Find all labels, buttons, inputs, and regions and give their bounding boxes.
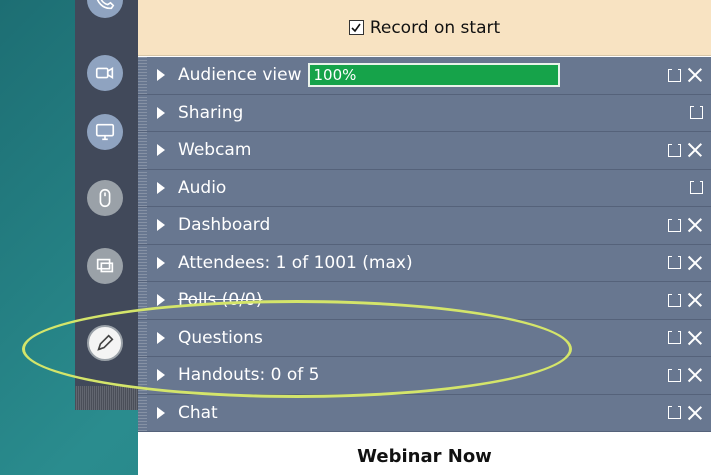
- row-grip[interactable]: [138, 394, 147, 431]
- audience-progress-bar: 100%: [307, 63, 560, 88]
- progress-text: 100%: [313, 66, 357, 85]
- expand-arrow-icon[interactable]: [157, 369, 165, 382]
- close-icon[interactable]: [687, 67, 703, 83]
- panel-list: Audience view 100% Sharing Webcam Audio …: [138, 57, 711, 432]
- pen-icon: [97, 334, 114, 351]
- phone-button[interactable]: [87, 0, 123, 18]
- row-grip[interactable]: [138, 94, 147, 131]
- close-icon[interactable]: [687, 330, 703, 346]
- close-icon[interactable]: [687, 255, 703, 271]
- row-label: Webcam: [178, 140, 252, 161]
- footer-title: Webinar Now: [357, 445, 492, 467]
- popout-icon[interactable]: [668, 66, 681, 82]
- row-label: Audience view: [178, 65, 302, 86]
- control-panel: Record on start Audience view 100% Shari…: [138, 0, 711, 475]
- row-attendees[interactable]: Attendees: 1 of 1001 (max): [138, 244, 711, 282]
- row-grip[interactable]: [138, 169, 147, 206]
- row-grip[interactable]: [138, 282, 147, 319]
- popout-icon[interactable]: [668, 366, 681, 382]
- side-toolbar: [75, 0, 138, 410]
- popout-icon[interactable]: [668, 216, 681, 232]
- close-icon[interactable]: [687, 292, 703, 308]
- expand-arrow-icon[interactable]: [157, 294, 165, 307]
- webcam-icon: [95, 66, 114, 80]
- row-grip[interactable]: [138, 244, 147, 281]
- screen-share-button[interactable]: [87, 114, 123, 150]
- close-icon[interactable]: [687, 405, 703, 421]
- row-grip[interactable]: [138, 207, 147, 244]
- row-label: Sharing: [178, 102, 244, 123]
- row-audio[interactable]: Audio: [138, 169, 711, 207]
- screens-button[interactable]: [87, 248, 123, 284]
- webcam-button[interactable]: [87, 55, 123, 91]
- mouse-icon: [99, 188, 111, 208]
- phone-icon: [96, 0, 115, 10]
- row-grip[interactable]: [138, 132, 147, 169]
- row-grip[interactable]: [138, 357, 147, 394]
- popout-icon[interactable]: [690, 104, 703, 120]
- panel-footer: Webinar Now: [138, 437, 711, 475]
- row-label: Attendees: 1 of 1001 (max): [178, 252, 413, 273]
- popout-icon[interactable]: [668, 291, 681, 307]
- close-icon[interactable]: [687, 217, 703, 233]
- close-icon[interactable]: [687, 367, 703, 383]
- record-bar: Record on start: [138, 0, 711, 56]
- row-label: Dashboard: [178, 215, 271, 236]
- popout-icon[interactable]: [668, 404, 681, 420]
- expand-arrow-icon[interactable]: [157, 144, 165, 157]
- check-icon: [351, 23, 361, 32]
- screen-icon: [95, 123, 115, 141]
- row-label: Questions: [178, 327, 263, 348]
- popout-icon[interactable]: [668, 254, 681, 270]
- expand-arrow-icon[interactable]: [157, 256, 165, 269]
- row-chat[interactable]: Chat: [138, 394, 711, 432]
- row-webcam[interactable]: Webcam: [138, 132, 711, 170]
- record-on-start-checkbox[interactable]: [348, 20, 364, 35]
- mouse-button[interactable]: [87, 180, 123, 216]
- expand-arrow-icon[interactable]: [157, 331, 165, 344]
- expand-arrow-icon[interactable]: [157, 219, 165, 232]
- toolbar-grip[interactable]: [75, 386, 138, 410]
- row-audience-view[interactable]: Audience view 100%: [138, 57, 711, 95]
- screens-icon: [96, 258, 114, 273]
- row-label: Polls (0/0): [178, 290, 263, 311]
- expand-arrow-icon[interactable]: [157, 69, 165, 82]
- expand-arrow-icon[interactable]: [157, 181, 165, 194]
- row-sharing[interactable]: Sharing: [138, 94, 711, 132]
- row-label: Chat: [178, 402, 218, 423]
- record-on-start-label[interactable]: Record on start: [370, 18, 500, 38]
- row-questions[interactable]: Questions: [138, 319, 711, 357]
- row-dashboard[interactable]: Dashboard: [138, 207, 711, 245]
- row-label: Audio: [178, 177, 227, 198]
- row-polls[interactable]: Polls (0/0): [138, 282, 711, 320]
- row-grip[interactable]: [138, 319, 147, 356]
- row-grip[interactable]: [138, 57, 147, 94]
- close-icon[interactable]: [687, 142, 703, 158]
- popout-icon[interactable]: [668, 141, 681, 157]
- expand-arrow-icon[interactable]: [157, 106, 165, 119]
- row-handouts[interactable]: Handouts: 0 of 5: [138, 357, 711, 395]
- expand-arrow-icon[interactable]: [157, 406, 165, 419]
- pen-button[interactable]: [87, 325, 123, 361]
- popout-icon[interactable]: [668, 329, 681, 345]
- row-label: Handouts: 0 of 5: [178, 365, 320, 386]
- popout-icon[interactable]: [690, 179, 703, 195]
